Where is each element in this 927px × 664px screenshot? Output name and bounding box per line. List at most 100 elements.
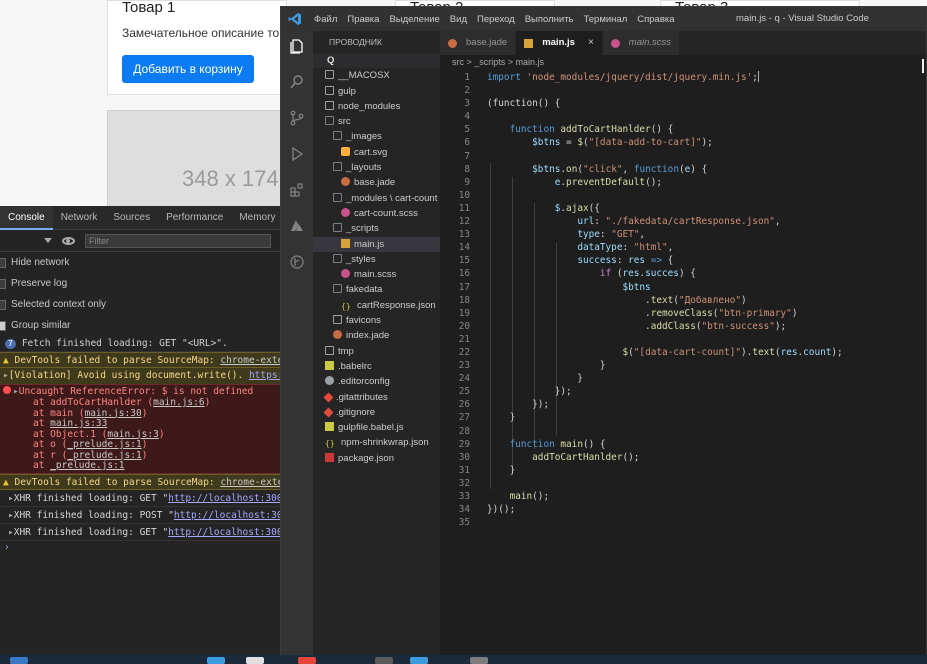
app-taskbar-icon[interactable] xyxy=(246,657,264,664)
stack-frame-link[interactable]: _prelude.js:1 xyxy=(67,439,141,450)
tab-performance[interactable]: Performance xyxy=(158,206,231,230)
tree-item[interactable]: package.json xyxy=(313,451,440,466)
tree-item[interactable]: _images xyxy=(313,129,440,144)
tree-item[interactable]: .gitattributes xyxy=(313,390,440,405)
tree-item[interactable]: cart.svg xyxy=(313,145,440,160)
xhr-link[interactable]: http://localhost:3000/l xyxy=(168,493,282,504)
start-icon[interactable] xyxy=(10,657,28,664)
tree-item[interactable]: .editorconfig xyxy=(313,374,440,389)
stack-frame-link[interactable]: main.js:30 xyxy=(84,408,141,419)
group-similar-checkbox[interactable] xyxy=(0,320,6,331)
xhr-link[interactable]: http://localhost:3000/l xyxy=(168,527,282,538)
tab-sources[interactable]: Sources xyxy=(105,206,158,230)
tree-item[interactable]: Q xyxy=(313,53,440,69)
line-number: 24 xyxy=(458,373,470,385)
title-bar: Файл Правка Выделение Вид Переход Выполнить Те… xyxy=(281,7,926,31)
log-xhr[interactable]: ▸XHR finished loading: GET "http://local… xyxy=(0,524,282,541)
hide-network-checkbox[interactable] xyxy=(0,257,6,268)
log-xhr[interactable]: ▸XHR finished loading: POST "http://loca… xyxy=(0,507,282,524)
tree-item[interactable]: .babelrc xyxy=(313,359,440,374)
tree-item[interactable]: {} cartResponse.json xyxy=(313,298,440,313)
tab-memory[interactable]: Memory xyxy=(231,206,283,230)
tree-item[interactable]: base.jade xyxy=(313,175,440,190)
chrome-taskbar-icon[interactable] xyxy=(298,657,316,664)
close-icon[interactable]: × xyxy=(588,31,594,55)
code-token: $btns xyxy=(532,137,561,149)
log-xhr[interactable]: ▸XHR finished loading: GET "http://local… xyxy=(0,490,282,507)
tree-item[interactable]: index.jade xyxy=(313,328,440,343)
tree-item[interactable]: __MACOSX xyxy=(313,68,440,83)
tab-network[interactable]: Network xyxy=(53,206,106,230)
stack-frame-text: at xyxy=(33,418,51,429)
menu-item[interactable]: Правка xyxy=(342,14,384,25)
tree-item[interactable]: gulpfile.babel.js xyxy=(313,420,440,435)
breadcrumb[interactable]: src > _scripts > main.js xyxy=(440,55,926,70)
code-token: "html" xyxy=(633,242,668,254)
option-group-similar[interactable]: Group similar xyxy=(0,315,282,336)
line-number: 9 xyxy=(464,176,470,188)
menu-item[interactable]: Вид xyxy=(445,14,472,25)
console-prompt[interactable]: › xyxy=(0,541,282,555)
stack-frame-link[interactable]: main.js:6 xyxy=(153,397,204,408)
code-token: ); xyxy=(831,346,843,358)
tree-item[interactable]: src xyxy=(313,114,440,129)
stack-frame-link[interactable]: _prelude.js:1 xyxy=(67,450,141,461)
tree-item[interactable]: main.js xyxy=(313,236,440,252)
menu-item[interactable]: Переход xyxy=(472,14,520,25)
menu-item[interactable]: Справка xyxy=(632,14,679,25)
code-editor[interactable]: 1 import 'node_modules/jquery/dist/jquery… xyxy=(440,71,926,657)
menu-item[interactable]: Терминал xyxy=(579,14,633,25)
tree-item[interactable]: gulp xyxy=(313,84,440,99)
stack-frame-link[interactable]: _prelude.js:1 xyxy=(50,460,124,471)
tree-item[interactable]: tmp xyxy=(313,344,440,359)
tab-base-jade[interactable]: base.jade xyxy=(440,31,517,55)
app-taskbar-icon[interactable] xyxy=(470,657,488,664)
warning-link-1[interactable]: chrome-extension xyxy=(220,355,282,366)
warning-link-2[interactable]: chrome-extension xyxy=(220,477,282,488)
tab-main-scss[interactable]: main.scss xyxy=(602,31,681,55)
tree-item-label: fakedata xyxy=(346,284,383,296)
app-taskbar-icon[interactable] xyxy=(410,657,428,664)
azure-icon[interactable] xyxy=(286,215,308,237)
tab-main-js[interactable]: main.js × xyxy=(516,31,603,55)
menu-item[interactable]: Файл xyxy=(309,14,342,25)
selected-context-checkbox[interactable] xyxy=(0,299,6,310)
option-preserve-log[interactable]: Preserve log xyxy=(0,273,282,294)
code-token: ) { xyxy=(690,163,708,175)
git-icon xyxy=(323,407,334,418)
context-dropdown-icon[interactable] xyxy=(44,238,52,243)
vscode-taskbar-icon[interactable] xyxy=(207,657,225,664)
search-icon[interactable] xyxy=(286,71,308,93)
tree-item[interactable]: .gitignore xyxy=(313,405,440,420)
console-filter-input[interactable]: Filter xyxy=(85,233,271,248)
tree-item[interactable]: node_modules xyxy=(313,99,440,114)
tree-item[interactable]: fakedata xyxy=(313,282,440,297)
preserve-log-checkbox[interactable] xyxy=(0,278,6,289)
tree-item[interactable]: _layouts xyxy=(313,160,440,175)
option-selected-context[interactable]: Selected context only xyxy=(0,294,282,315)
tree-item[interactable]: {} npm-shrinkwrap.json xyxy=(313,435,440,450)
tree-item[interactable]: main.scss xyxy=(313,267,440,282)
log-fetch-group[interactable]: 7 Fetch finished loading: GET "<URL>". xyxy=(0,336,282,352)
live-expression-eye-icon[interactable] xyxy=(62,236,75,245)
xhr-link[interactable]: http://localhost:3000/ xyxy=(174,510,282,521)
extensions-icon[interactable] xyxy=(286,179,308,201)
stack-frame-link[interactable]: main.js:33 xyxy=(50,418,107,429)
menu-item[interactable]: Выделение xyxy=(384,14,444,25)
run-debug-icon[interactable] xyxy=(286,143,308,165)
gitlens-icon[interactable] xyxy=(286,251,308,273)
option-hide-network[interactable]: Hide network xyxy=(0,252,282,273)
stack-frame-link[interactable]: main.js:3 xyxy=(107,429,158,440)
tree-item[interactable]: favicons xyxy=(313,313,440,328)
violation-link[interactable]: https:/ xyxy=(249,370,282,381)
source-control-icon[interactable] xyxy=(286,107,308,129)
explorer-icon[interactable] xyxy=(286,35,308,57)
tree-item[interactable]: cart-count.scss xyxy=(313,206,440,221)
add-to-cart-button[interactable]: Добавить в корзину xyxy=(122,55,254,83)
tree-item[interactable]: _scripts xyxy=(313,221,440,236)
app-taskbar-icon[interactable] xyxy=(375,657,393,664)
tree-item[interactable]: _modules \ cart-count xyxy=(313,191,440,206)
tab-console[interactable]: Console xyxy=(0,205,53,230)
menu-item[interactable]: Выполнить xyxy=(520,14,579,25)
tree-item[interactable]: _styles xyxy=(313,252,440,267)
